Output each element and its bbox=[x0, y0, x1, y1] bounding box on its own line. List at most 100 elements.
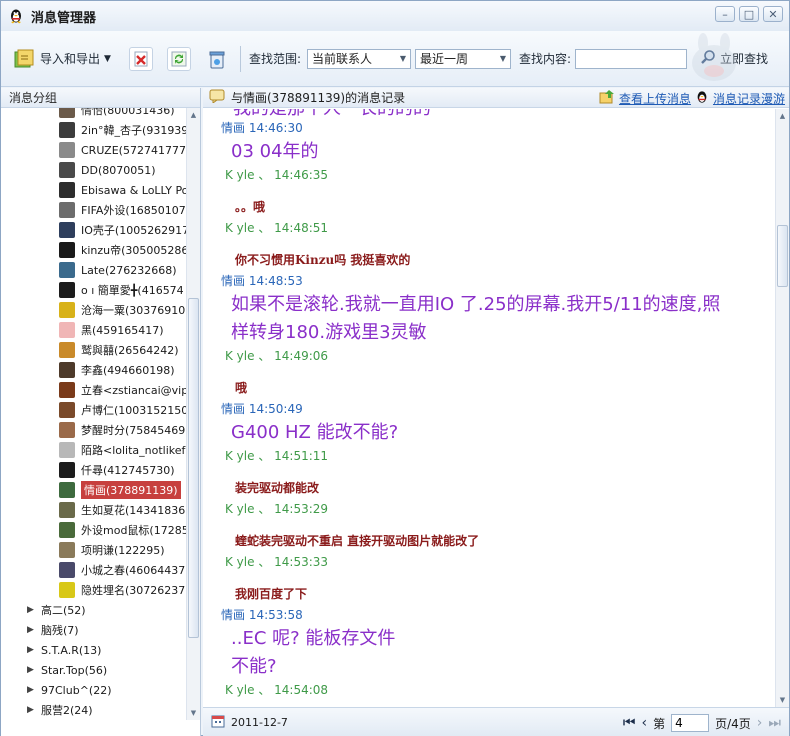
scroll-down-icon[interactable]: ▼ bbox=[776, 693, 789, 707]
scope-select[interactable]: 当前联系人 ▼ bbox=[306, 48, 411, 69]
message-text: 你不习惯用Kinzu吗 我挺喜欢的 bbox=[235, 253, 411, 267]
expand-arrow-icon[interactable]: ▶ bbox=[27, 625, 41, 635]
contact-item[interactable]: o ı 簡單愛╋(416574 bbox=[1, 280, 187, 300]
contact-item[interactable]: 项明谦(122295) bbox=[1, 540, 187, 560]
clean-button[interactable] bbox=[202, 44, 232, 74]
maximize-button[interactable]: □ bbox=[739, 6, 759, 22]
expand-arrow-icon[interactable]: ▶ bbox=[27, 705, 41, 715]
avatar bbox=[59, 108, 75, 118]
contact-item[interactable]: 生如夏花(14341836) bbox=[1, 500, 187, 520]
expand-arrow-icon[interactable]: ▶ bbox=[27, 665, 41, 675]
record-links: 查看上传消息 消息记录漫游 bbox=[599, 90, 785, 107]
scope-select-value: 当前联系人 bbox=[311, 52, 372, 66]
contact-name: FIFA外设(16850107 bbox=[81, 204, 186, 217]
message-text: 装完驱动都能改 bbox=[235, 481, 320, 495]
avatar bbox=[59, 262, 75, 278]
contact-item[interactable]: 沧海一粟(30376910) bbox=[1, 300, 187, 320]
group-item[interactable]: ▶ Star.Top(56) bbox=[1, 660, 187, 680]
group-name: 97Club^(22) bbox=[41, 683, 112, 697]
contact-item[interactable]: Ebisawa & LoLLY PoPs bbox=[1, 180, 187, 200]
scroll-up-icon[interactable]: ▲ bbox=[187, 108, 200, 122]
contact-name: 沧海一粟(30376910) bbox=[81, 304, 187, 317]
left-panel-header: 消息分组 bbox=[1, 88, 200, 108]
title-bar: 消息管理器 – □ ✕ bbox=[1, 1, 789, 31]
avatar bbox=[59, 402, 75, 418]
contact-item[interactable]: 情怡(800031436) bbox=[1, 108, 187, 120]
contact-name: o ı 簡單愛╋(416574 bbox=[81, 284, 184, 297]
avatar bbox=[59, 542, 75, 558]
contact-item[interactable]: IO壳子(1005262917) bbox=[1, 220, 187, 240]
scrollbar-thumb[interactable] bbox=[777, 225, 788, 287]
message-timestamp: 情画 14:53:58 bbox=[221, 608, 303, 622]
message-timestamp: K yle 、 14:53:29 bbox=[225, 502, 329, 516]
prev-page-icon[interactable]: ‹ bbox=[641, 716, 647, 730]
group-item[interactable]: ▶ 高二(52) bbox=[1, 600, 187, 620]
contact-item[interactable]: 小城之春(460644377 bbox=[1, 560, 187, 580]
contact-item[interactable]: 立春<zstiancai@vip.c bbox=[1, 380, 187, 400]
scroll-up-icon[interactable]: ▲ bbox=[776, 109, 789, 123]
import-export-button[interactable]: 导入和导出 ▼ bbox=[9, 44, 114, 74]
expand-arrow-icon[interactable]: ▶ bbox=[27, 685, 41, 695]
contact-name: CRUZE(572741777) bbox=[81, 143, 187, 157]
search-input[interactable] bbox=[575, 48, 688, 69]
delete-button[interactable] bbox=[126, 44, 156, 74]
close-button[interactable]: ✕ bbox=[763, 6, 783, 22]
scrollbar-thumb[interactable] bbox=[188, 298, 199, 638]
contact-item[interactable]: 仟尋(412745730) bbox=[1, 460, 187, 480]
calendar-icon[interactable] bbox=[211, 714, 225, 731]
message-record-header: 与情画(378891139)的消息记录 查看上传消息 消息记录漫游 bbox=[203, 88, 789, 108]
group-item[interactable]: ▶ 服营2(24) bbox=[1, 700, 187, 720]
avatar bbox=[59, 522, 75, 538]
contact-item[interactable]: CRUZE(572741777) bbox=[1, 140, 187, 160]
expand-arrow-icon[interactable]: ▶ bbox=[27, 645, 41, 655]
contact-item[interactable]: Late(276232668) bbox=[1, 260, 187, 280]
first-page-icon[interactable]: ⏮ bbox=[623, 716, 636, 730]
contact-name: 项明谦(122295) bbox=[81, 544, 165, 557]
contact-item[interactable]: 黑(459165417) bbox=[1, 320, 187, 340]
avatar bbox=[59, 422, 75, 438]
left-scrollbar[interactable]: ▲ ▼ bbox=[186, 108, 200, 720]
trash-can-icon bbox=[205, 47, 229, 71]
penguin-icon bbox=[7, 7, 25, 25]
message-timestamp: 情画 14:50:49 bbox=[221, 402, 303, 416]
contact-item[interactable]: 鹫與囍(26564242) bbox=[1, 340, 187, 360]
contact-item[interactable]: 李鑫(494660198) bbox=[1, 360, 187, 380]
contact-item[interactable]: DD(8070051) bbox=[1, 160, 187, 180]
contact-item[interactable]: 卢博仁(1003152150) bbox=[1, 400, 187, 420]
contact-item[interactable]: FIFA外设(16850107 bbox=[1, 200, 187, 220]
time-range-select[interactable]: 最近一周 ▼ bbox=[414, 48, 511, 69]
minimize-button[interactable]: – bbox=[715, 6, 735, 22]
refresh-button[interactable] bbox=[164, 44, 194, 74]
page-number-input[interactable] bbox=[671, 714, 710, 732]
group-item[interactable]: ▶ S.T.A.R(13) bbox=[1, 640, 187, 660]
contact-item[interactable]: 梦醒时分(75845469 bbox=[1, 420, 187, 440]
group-item[interactable]: ▶ 97Club^(22) bbox=[1, 680, 187, 700]
view-uploaded-link[interactable]: 查看上传消息 bbox=[619, 90, 691, 107]
current-date: 2011-12-7 bbox=[231, 716, 288, 729]
last-page-icon[interactable]: ⏭ bbox=[768, 716, 781, 730]
rabbit-watermark-icon bbox=[679, 33, 749, 85]
scroll-down-icon[interactable]: ▼ bbox=[187, 706, 200, 720]
message-text: ..EC 呢? 能板存文件 bbox=[231, 628, 396, 649]
contact-name: 情怡(800031436) bbox=[81, 108, 175, 117]
contact-item[interactable]: 2in°韓_杏子(9319397 bbox=[1, 120, 187, 140]
contact-item[interactable]: 外设mod鼠标(17285 bbox=[1, 520, 187, 540]
record-roaming-link[interactable]: 消息记录漫游 bbox=[713, 90, 785, 107]
avatar bbox=[59, 282, 75, 298]
contact-item[interactable]: kinzu帝(305005286) bbox=[1, 240, 187, 260]
contact-item[interactable]: 隐姓埋名(30726237) bbox=[1, 580, 187, 600]
expand-arrow-icon[interactable]: ▶ bbox=[27, 605, 41, 615]
window-title: 消息管理器 bbox=[31, 10, 97, 26]
group-name: 服营2(24) bbox=[41, 704, 93, 717]
group-item[interactable]: ▶ 脑残(7) bbox=[1, 620, 187, 640]
contact-item[interactable]: 情画(378891139) bbox=[1, 480, 187, 500]
chevron-down-icon: ▼ bbox=[499, 54, 506, 63]
next-page-icon[interactable]: › bbox=[757, 716, 763, 730]
message-text: G400 HZ 能改不能? bbox=[231, 422, 399, 443]
contact-item[interactable]: 陌路<lolita_notlikefr@ bbox=[1, 440, 187, 460]
avatar bbox=[59, 582, 75, 598]
message-scrollbar[interactable]: ▲ ▼ bbox=[775, 109, 789, 707]
